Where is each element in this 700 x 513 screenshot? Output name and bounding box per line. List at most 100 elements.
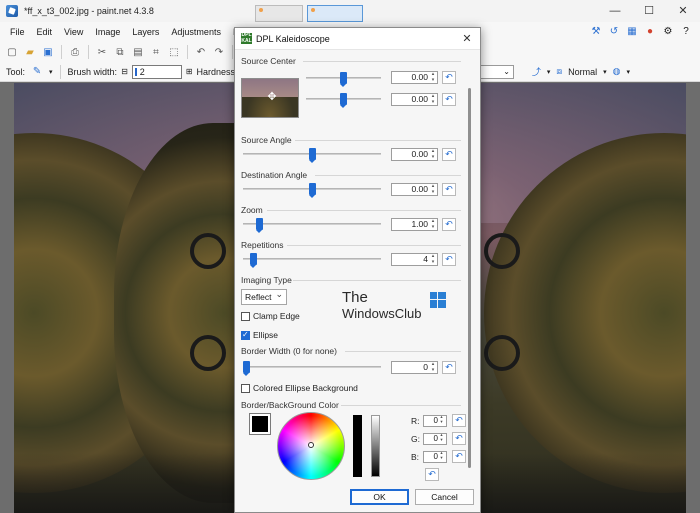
copy-icon[interactable]: ⧉ [112,44,128,60]
image-tabs [255,5,363,22]
dialog-close-button[interactable]: ✕ [460,32,474,46]
brush-width-input[interactable]: 2 [131,64,182,79]
imaging-type-select[interactable]: Reflect [241,287,287,305]
minimize-button[interactable]: — [598,0,632,22]
colored-ellipse-background-checkbox[interactable] [241,384,250,393]
maximize-button[interactable]: ☐ [632,0,666,22]
slider-thumb[interactable] [340,93,347,108]
toolbar-dropdown[interactable]: ⌄ [480,65,514,79]
clamp-edge-label[interactable]: Clamp Edge [253,311,300,321]
repetitions-label: Repetitions [241,240,284,250]
ellipse-label[interactable]: Ellipse [253,330,278,340]
menu-image[interactable]: Image [89,27,126,37]
reset-color-button[interactable]: ↶ [425,468,439,481]
paste-icon[interactable]: ▤ [130,44,146,60]
blend-mode-icon[interactable]: ⧈ [556,66,562,77]
open-folder-icon[interactable]: ▰ [22,44,38,60]
reset-blue-button[interactable]: ↶ [452,450,466,463]
source-center-y-input[interactable]: 0.00 [391,93,438,106]
slider-track [243,366,381,368]
slider-thumb[interactable] [250,253,257,268]
repetitions-input[interactable]: 4 [391,253,438,266]
antialias-icon[interactable]: ⤴ [532,65,541,78]
reset-zoom-button[interactable]: ↶ [442,218,456,231]
paintbrush-icon[interactable]: ✎ [29,64,45,80]
slider-thumb[interactable] [256,218,263,233]
reset-red-button[interactable]: ↶ [452,414,466,427]
tool-dropdown-chevron-icon[interactable]: ▾ [49,68,53,76]
tools-icon[interactable]: ⚒ [590,25,602,39]
reset-repetitions-button[interactable]: ↶ [442,253,456,266]
dialog-scrollbar[interactable] [468,88,471,468]
selection-mode-icon[interactable]: ◍ [613,66,621,77]
brush-width-value: 2 [139,66,145,77]
border-width-slider[interactable] [243,361,381,376]
ok-button[interactable]: OK [350,489,409,505]
colored-ellipse-background-label[interactable]: Colored Ellipse Background [253,383,358,393]
ellipse-checkbox[interactable] [241,330,250,340]
menu-adjustments[interactable]: Adjustments [165,27,227,37]
source-center-x-slider[interactable] [306,72,381,87]
cut-icon[interactable]: ✂ [94,44,110,60]
decrease-width-icon[interactable]: ⊟ [121,67,128,76]
new-file-icon[interactable]: ▢ [4,44,20,60]
antialias-chevron-icon[interactable]: ▾ [547,68,551,76]
image-tab-thumbnail[interactable] [255,5,303,22]
image-tab-thumbnail-active[interactable] [307,5,363,22]
source-center-preview[interactable]: ✥ [241,78,299,118]
imaging-type-label: Imaging Type [241,275,292,285]
reset-source-center-y-button[interactable]: ↶ [442,93,456,106]
color-swatch[interactable] [249,413,271,435]
print-icon[interactable]: ⎙ [67,44,83,60]
value-bar[interactable] [353,415,362,477]
menu-layers[interactable]: Layers [126,27,165,37]
cancel-button[interactable]: Cancel [415,489,474,505]
zoom-slider[interactable] [243,218,381,233]
move-crosshair-icon[interactable]: ✥ [266,91,278,103]
destination-angle-input[interactable]: 0.00 [391,183,438,196]
save-icon[interactable]: ▣ [40,44,56,60]
reset-source-angle-button[interactable]: ↶ [442,148,456,161]
increase-width-icon[interactable]: ⊞ [186,67,193,76]
help-icon[interactable]: ? [680,25,692,39]
repetitions-slider[interactable] [243,253,381,268]
utility-icons: ⚒ ↺ ▦ ● ⚙ ? [590,25,692,39]
source-angle-input[interactable]: 0.00 [391,148,438,161]
source-center-x-input[interactable]: 0.00 [391,71,438,84]
menu-view[interactable]: View [58,27,89,37]
crop-icon[interactable]: ⌗ [148,44,164,60]
blend-chevron-icon[interactable]: ▾ [603,68,607,76]
reset-destination-angle-button[interactable]: ↶ [442,183,456,196]
selection-chevron-icon[interactable]: ▾ [626,68,630,76]
undo-icon[interactable]: ↶ [193,44,209,60]
reset-green-button[interactable]: ↶ [452,432,466,445]
source-angle-slider[interactable] [243,148,381,163]
settings-icon[interactable]: ⚙ [662,25,674,39]
zoom-input[interactable]: 1.00 [391,218,438,231]
alpha-bar[interactable] [371,415,380,477]
blend-mode-value[interactable]: Normal [568,67,597,77]
layers-icon[interactable]: ▦ [626,25,638,39]
reset-source-center-x-button[interactable]: ↶ [442,71,456,84]
slider-thumb[interactable] [309,148,316,163]
deselect-icon[interactable]: ⬚ [166,44,182,60]
green-input[interactable]: 0 [423,433,447,445]
menu-edit[interactable]: Edit [31,27,59,37]
red-input[interactable]: 0 [423,415,447,427]
blue-input[interactable]: 0 [423,451,447,463]
clamp-edge-checkbox[interactable] [241,312,250,321]
section-divider [315,175,461,176]
redo-icon[interactable]: ↷ [211,44,227,60]
menu-file[interactable]: File [0,27,31,37]
reset-border-width-button[interactable]: ↶ [442,361,456,374]
color-wheel-picker[interactable] [308,442,314,448]
slider-thumb[interactable] [309,183,316,198]
colors-icon[interactable]: ● [644,25,656,39]
close-window-button[interactable]: ✕ [666,0,700,22]
slider-thumb[interactable] [340,72,347,87]
border-width-input[interactable]: 0 [391,361,438,374]
source-center-y-slider[interactable] [306,93,381,108]
slider-thumb[interactable] [243,361,250,376]
history-icon[interactable]: ↺ [608,25,620,39]
destination-angle-slider[interactable] [243,183,381,198]
